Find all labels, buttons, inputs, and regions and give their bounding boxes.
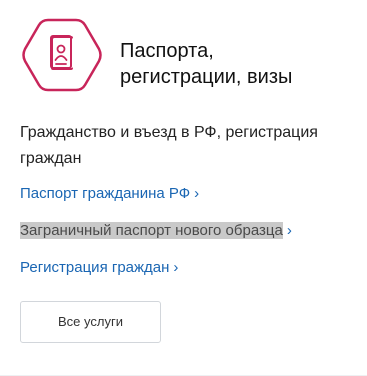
card-subtitle: Гражданство и въезд в РФ, регистрация гр…	[20, 124, 318, 167]
list-item: Заграничный паспорт нового образца ›	[20, 220, 350, 257]
chevron-right-icon: ›	[286, 222, 292, 239]
link-label: Паспорт гражданина РФ	[20, 185, 191, 202]
card-title-line2: регистрации, визы	[120, 66, 293, 88]
card-title-line1: Паспорта,	[120, 40, 214, 62]
list-item: Паспорт гражданина РФ ›	[20, 183, 350, 220]
list-item: Регистрация граждан ›	[20, 257, 350, 294]
service-category-card: Паспорта, регистрации, визы Гражданство …	[0, 0, 367, 376]
link-citizen-registration[interactable]: Регистрация граждан ›	[20, 259, 178, 276]
chevron-right-icon: ›	[173, 259, 179, 276]
link-russian-passport[interactable]: Паспорт гражданина РФ ›	[20, 185, 199, 202]
card-header: Паспорта, регистрации, визы	[20, 16, 350, 100]
all-services-button[interactable]: Все услуги	[20, 301, 161, 343]
service-links-list: Паспорт гражданина РФ › Заграничный паспо…	[20, 183, 350, 294]
card-title: Паспорта, регистрации, визы	[120, 38, 345, 90]
passport-icon	[22, 18, 102, 92]
link-foreign-passport[interactable]: Заграничный паспорт нового образца	[20, 222, 283, 239]
link-label: Регистрация граждан	[20, 259, 170, 276]
link-label: Заграничный паспорт нового образца	[20, 222, 283, 239]
chevron-right-icon: ›	[194, 185, 200, 202]
